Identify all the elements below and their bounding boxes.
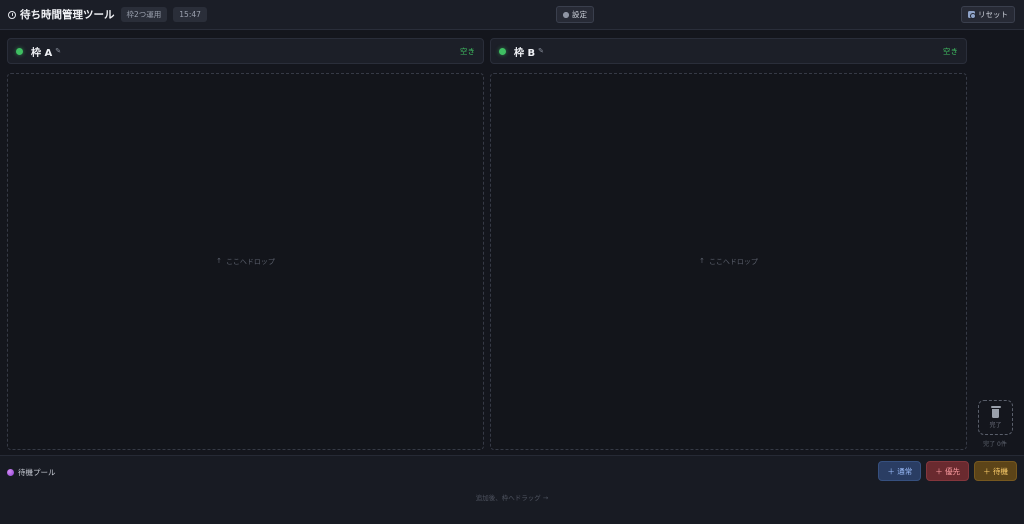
slot-a-dropzone[interactable]: ↑ ここへドロップ <box>7 73 484 450</box>
edit-icon[interactable]: ✎ <box>55 47 61 55</box>
add-normal-button[interactable]: ＋ 通常 <box>878 461 922 481</box>
done-dropzone[interactable]: 完了 <box>978 400 1013 435</box>
app-root: 待ち時間管理ツール 枠2つ運用 15:47 設定 リセット 枠 A ✎ 空き ↑… <box>0 0 1024 524</box>
done-count: 完了 0件 <box>983 441 1007 448</box>
app-title-text: 待ち時間管理ツール <box>20 9 115 21</box>
status-dot-icon <box>499 47 506 55</box>
edit-icon[interactable]: ✎ <box>538 47 544 55</box>
slot-a-name[interactable]: 枠 A <box>31 44 52 59</box>
top-bar: 待ち時間管理ツール 枠2つ運用 15:47 設定 リセット <box>0 0 1024 30</box>
pool-buttons: ＋ 通常 ＋ 優先 ＋ 待機 <box>878 461 1017 481</box>
app-title: 待ち時間管理ツール <box>8 7 115 22</box>
reset-label: リセット <box>978 10 1008 19</box>
waiting-pool: 待機プール 追加後、枠へドラッグ → ＋ 通常 ＋ 優先 ＋ 待機 <box>0 455 1024 524</box>
mode-chip: 枠2つ運用 <box>120 7 168 22</box>
pool-title: 待機プール <box>7 467 56 478</box>
slot-a-status: 空き <box>460 46 475 56</box>
slot-b-header: 枠 B ✎ 空き <box>490 38 967 64</box>
clock-icon <box>8 10 16 19</box>
reset-button[interactable]: リセット <box>961 6 1015 23</box>
done-label: 完了 <box>989 422 1002 429</box>
drop-hint-text: ここへドロップ <box>708 257 758 266</box>
current-time: 15:47 <box>173 7 207 22</box>
drop-hint-text: ここへドロップ <box>225 257 275 266</box>
drop-hint: ↑ ここへドロップ <box>699 257 758 267</box>
pool-title-text: 待機プール <box>18 468 56 477</box>
slot-b-name[interactable]: 枠 B <box>514 44 535 59</box>
settings-label: 設定 <box>572 10 587 19</box>
status-dot-icon <box>16 47 23 55</box>
settings-button[interactable]: 設定 <box>556 6 594 23</box>
pool-hint: 追加後、枠へドラッグ → <box>475 494 549 502</box>
slot-b-status: 空き <box>943 46 958 56</box>
add-priority-button[interactable]: ＋ 優先 <box>926 461 970 481</box>
gear-icon <box>563 11 569 18</box>
arrow-up-icon: ↑ <box>216 256 222 265</box>
reset-icon <box>968 11 976 19</box>
pool-icon <box>7 469 14 476</box>
drop-hint: ↑ ここへドロップ <box>216 257 275 267</box>
add-waiting-button[interactable]: ＋ 待機 <box>974 461 1017 481</box>
slot-a-header: 枠 A ✎ 空き <box>7 38 484 64</box>
slot-b-dropzone[interactable]: ↑ ここへドロップ <box>490 73 967 450</box>
trash-icon <box>990 406 1001 418</box>
arrow-up-icon: ↑ <box>699 256 705 265</box>
